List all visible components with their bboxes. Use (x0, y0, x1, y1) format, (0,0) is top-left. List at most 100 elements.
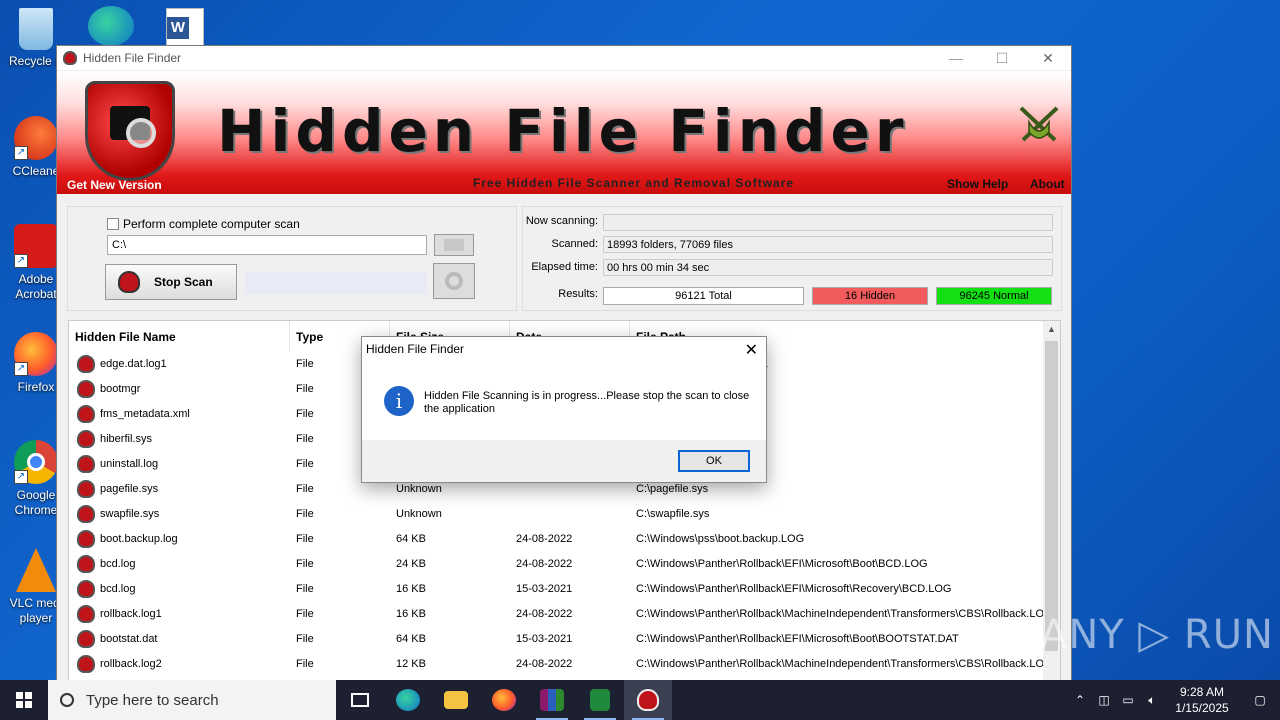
cell-path: C:\swapfile.sys (636, 507, 710, 520)
chevron-up-icon[interactable]: ⌃ (1068, 693, 1092, 707)
app-shield-icon (63, 51, 77, 65)
chrome-icon: ↗ (14, 440, 58, 484)
scan-progress-bar (245, 272, 427, 294)
winrar-icon (540, 689, 564, 711)
column-header-name[interactable]: Hidden File Name (69, 321, 290, 351)
table-row[interactable]: rollback.log2 File 12 KB 24-08-2022 C:\Windo… (69, 651, 1044, 676)
cell-size: 64 KB (396, 632, 426, 645)
cell-date: 24-08-2022 (516, 657, 573, 670)
cell-type: File (296, 607, 314, 620)
results-hidden[interactable]: 16 Hidden (812, 287, 928, 305)
meet-now-icon[interactable]: ◫ (1092, 693, 1116, 707)
get-new-version-link[interactable]: Get New Version (67, 178, 162, 192)
file-shield-icon (77, 629, 95, 648)
scan-path-input[interactable] (107, 235, 427, 255)
cell-type: File (296, 632, 314, 645)
file-shield-icon (77, 604, 95, 623)
cell-size: 12 KB (396, 657, 426, 670)
taskbar-file-explorer[interactable] (432, 680, 480, 720)
file-shield-icon (77, 579, 95, 598)
table-row[interactable]: bcd.log File 24 KB 24-08-2022 C:\Windows\Pan… (69, 551, 1044, 576)
maximize-button[interactable]: ☐ (979, 46, 1025, 70)
cell-date: 15-03-2021 (516, 632, 573, 645)
network-icon[interactable]: ▭ (1116, 693, 1140, 707)
folder-icon (444, 239, 464, 251)
green-app-icon (590, 689, 610, 711)
shield-icon (118, 271, 140, 293)
taskbar-app-green[interactable] (576, 680, 624, 720)
stop-scan-button[interactable]: Stop Scan (105, 264, 237, 300)
info-icon: i (384, 386, 414, 416)
message-dialog: Hidden File Finder ✕ i Hidden File Scann… (361, 336, 767, 483)
system-tray: ⌃ ◫ ▭ 🔈︎ 9:28 AM 1/15/2025 ▢ (1068, 680, 1280, 720)
window-title: Hidden File Finder (83, 51, 182, 65)
cell-type: File (296, 482, 314, 495)
acrobat-icon: ↗ (14, 224, 58, 268)
cell-type: File (296, 507, 314, 520)
dialog-close-button[interactable]: ✕ (745, 340, 758, 360)
cell-path: C:\Windows\Panther\Rollback\EFI\Microsof… (636, 632, 959, 645)
dialog-message: Hidden File Scanning is in progress...Pl… (424, 390, 750, 415)
volume-icon[interactable]: 🔈︎ (1140, 693, 1164, 708)
anyrun-watermark: ANY ▷ RUN (1040, 612, 1274, 658)
table-row[interactable]: rollback.log1 File 16 KB 24-08-2022 C:\Windo… (69, 601, 1044, 626)
desktop-icon-label: Google (16, 488, 56, 502)
cell-name: pagefile.sys (100, 482, 159, 495)
cell-path: C:\Windows\Panther\Rollback\MachineIndep… (636, 657, 1044, 670)
taskbar: Type here to search ⌃ ◫ ▭ 🔈︎ 9:28 AM 1/1… (0, 680, 1280, 720)
cell-path: C:\Windows\Panther\Rollback\EFI\Microsof… (636, 582, 952, 595)
complete-scan-option[interactable]: Perform complete computer scan (107, 217, 300, 231)
desktop-icon-label: Recycle B (8, 54, 64, 68)
clock[interactable]: 9:28 AM 1/15/2025 (1164, 684, 1240, 716)
table-row[interactable]: swapfile.sys File Unknown C:\swapfile.sys (69, 501, 1044, 526)
cell-path: C:\pagefile.sys (636, 482, 709, 495)
edge-desktop-icon[interactable] (88, 6, 134, 46)
cell-date: 24-08-2022 (516, 607, 573, 620)
notification-icon[interactable]: ▢ (1240, 693, 1280, 707)
taskbar-firefox[interactable] (480, 680, 528, 720)
stop-scan-label: Stop Scan (154, 275, 213, 289)
taskbar-winrar[interactable] (528, 680, 576, 720)
task-view-button[interactable] (336, 680, 384, 720)
file-shield-icon (77, 454, 95, 473)
cell-name: bootstat.dat (100, 632, 158, 645)
desktop-icon-label: Adobe (18, 272, 54, 286)
about-link[interactable]: About (1030, 177, 1065, 191)
close-button[interactable]: ✕ (1025, 46, 1071, 70)
settings-button[interactable] (433, 263, 475, 299)
ok-button[interactable]: OK (678, 450, 750, 472)
vlc-cone-icon (16, 548, 56, 592)
scroll-up-icon[interactable]: ▲ (1047, 324, 1056, 334)
search-placeholder: Type here to search (86, 691, 219, 709)
dialog-footer: OK (362, 440, 766, 482)
show-help-link[interactable]: Show Help (947, 177, 1008, 191)
browse-folder-button[interactable] (434, 234, 474, 256)
cell-name: edge.dat.log1 (100, 357, 167, 370)
scrollbar-thumb[interactable] (1045, 341, 1058, 651)
table-row[interactable]: bcd.log File 16 KB 15-03-2021 C:\Windows\Pan… (69, 576, 1044, 601)
results-label: Results: (558, 288, 598, 300)
results-normal[interactable]: 96245 Normal (936, 287, 1052, 305)
file-shield-icon (77, 554, 95, 573)
taskbar-search[interactable]: Type here to search (48, 680, 336, 720)
complete-scan-checkbox[interactable] (107, 218, 119, 230)
start-button[interactable] (0, 680, 48, 720)
complete-scan-label: Perform complete computer scan (123, 217, 300, 231)
cell-date: 15-03-2021 (516, 582, 573, 595)
clock-time: 9:28 AM (1179, 685, 1225, 699)
banner-title: Hidden File Finder (217, 97, 909, 165)
shortcut-arrow-icon: ↗ (14, 362, 28, 376)
banner-subtitle: Free Hidden File Scanner and Removal Sof… (473, 176, 795, 190)
cell-type: File (296, 557, 314, 570)
taskbar-hidden-file-finder[interactable] (624, 680, 672, 720)
file-shield-icon (77, 379, 95, 398)
cell-name: boot.backup.log (100, 532, 178, 545)
taskbar-edge[interactable] (384, 680, 432, 720)
file-shield-icon (77, 479, 95, 498)
shield-logo-icon (85, 81, 175, 181)
table-row[interactable]: boot.backup.log File 64 KB 24-08-2022 C:\Win… (69, 526, 1044, 551)
table-row[interactable]: bootstat.dat File 64 KB 15-03-2021 C:\Window… (69, 626, 1044, 651)
minimize-button[interactable]: — (933, 46, 979, 70)
title-bar: Hidden File Finder — ☐ ✕ (57, 46, 1071, 70)
word-desktop-icon[interactable]: W (166, 8, 204, 46)
